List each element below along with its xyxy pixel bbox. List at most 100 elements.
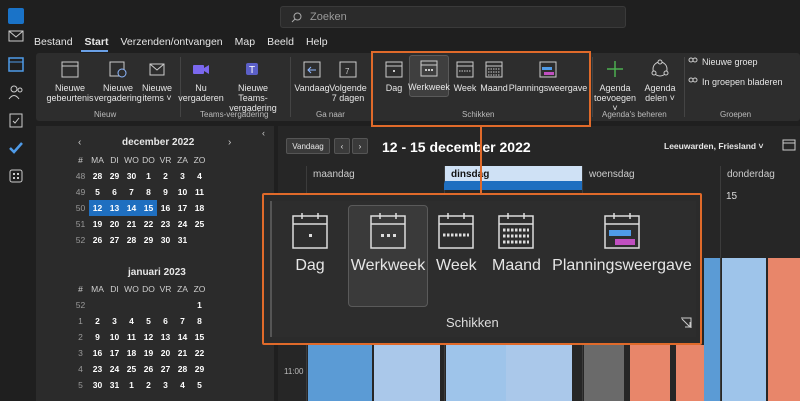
menu-beeld[interactable]: Beeld (263, 36, 294, 52)
prev-range-button[interactable]: ‹ (334, 138, 350, 154)
event-block[interactable] (584, 345, 624, 401)
calendar-day[interactable]: 19 (89, 216, 106, 232)
calendar-day[interactable]: 5 (89, 184, 106, 200)
calendar-day[interactable]: 22 (140, 216, 157, 232)
calendar-day[interactable]: 24 (106, 361, 123, 377)
calendar-day[interactable]: 23 (89, 361, 106, 377)
calendar-day[interactable]: 7 (123, 184, 140, 200)
meet-now-button[interactable]: Nu vergaderen (178, 57, 224, 103)
add-agenda-button[interactable]: Agenda toevoegen ˅ (592, 57, 638, 113)
calendar-day[interactable]: 14 (174, 329, 191, 345)
next-month-icon[interactable]: › (228, 137, 231, 148)
menu-start[interactable]: Start (80, 36, 109, 52)
calendar-day[interactable]: 15 (191, 329, 208, 345)
calendar-day[interactable]: 18 (191, 200, 208, 216)
calendar-day[interactable]: 14 (123, 200, 140, 216)
calendar-day[interactable]: 30 (157, 232, 174, 248)
day-header-tuesday[interactable]: dinsdag (444, 166, 582, 184)
weather-location[interactable]: Leeuwarden, Friesland ˅ (664, 141, 763, 151)
apps-icon[interactable] (8, 168, 24, 184)
calendar-day[interactable]: 10 (106, 329, 123, 345)
event-block[interactable] (768, 258, 800, 401)
calendar-day[interactable]: 3 (157, 377, 174, 393)
calendar-day[interactable]: 24 (174, 216, 191, 232)
new-group-button[interactable]: Nieuwe groep (688, 57, 778, 67)
zoom-day-button[interactable]: Dag (290, 211, 330, 275)
search-input[interactable]: Zoeken (280, 6, 626, 28)
calendar-day[interactable]: 8 (140, 184, 157, 200)
event-block[interactable] (308, 345, 372, 401)
menu-help[interactable]: Help (302, 36, 328, 52)
calendar-day[interactable]: 12 (140, 329, 157, 345)
menu-bestand[interactable]: Bestand (30, 36, 73, 52)
calendar-day[interactable]: 16 (89, 345, 106, 361)
calendar-day[interactable]: 1 (123, 377, 140, 393)
calendar-day[interactable]: 6 (157, 313, 174, 329)
new-teams-meeting-button[interactable]: T Nieuwe Teams-vergadering (226, 57, 280, 113)
calendar-day[interactable]: 31 (174, 232, 191, 248)
browse-groups-button[interactable]: In groepen bladeren (688, 77, 784, 87)
calendar-day[interactable]: 7 (174, 313, 191, 329)
event-block[interactable] (704, 258, 720, 401)
zoom-month-button[interactable]: Maand (492, 211, 541, 275)
calendar-day[interactable]: 10 (174, 184, 191, 200)
calendar-day[interactable]: 21 (174, 345, 191, 361)
calendar-day[interactable]: 26 (89, 232, 106, 248)
calendar-day[interactable]: 9 (89, 329, 106, 345)
calendar-day[interactable]: 3 (106, 313, 123, 329)
share-agenda-button[interactable]: Agenda delen ˅ (640, 57, 680, 103)
calendar-day[interactable] (191, 232, 208, 248)
day-header-wednesday[interactable]: woensdag (582, 166, 720, 184)
collapse-pane-icon[interactable]: ‹ (262, 128, 265, 138)
calendar-day[interactable]: 5 (191, 377, 208, 393)
calendar-day[interactable]: 2 (157, 168, 174, 184)
menu-verzenden[interactable]: Verzenden/ontvangen (116, 36, 222, 52)
calendar-day[interactable]: 29 (191, 361, 208, 377)
calendar-day[interactable]: 8 (191, 313, 208, 329)
calendar-day[interactable]: 1 (191, 297, 208, 313)
tasks-icon[interactable] (8, 112, 24, 128)
calendar-day[interactable] (89, 297, 106, 313)
calendar-day[interactable]: 26 (140, 361, 157, 377)
prev-month-icon[interactable]: ‹ (78, 137, 81, 148)
calendar-day[interactable] (140, 297, 157, 313)
calendar-day[interactable]: 30 (89, 377, 106, 393)
calendar-day[interactable]: 15 (140, 200, 157, 216)
calendar-day[interactable]: 16 (157, 200, 174, 216)
zoom-schedule-button[interactable]: Planningsweergave (552, 211, 692, 275)
calendar-day[interactable]: 4 (191, 168, 208, 184)
calendar-icon[interactable] (8, 56, 24, 72)
calendar-day[interactable]: 9 (157, 184, 174, 200)
calendar-day[interactable]: 4 (174, 377, 191, 393)
calendar-day[interactable]: 13 (106, 200, 123, 216)
new-items-button[interactable]: Nieuwe items ˅ (138, 57, 176, 103)
calendar-day[interactable]: 31 (106, 377, 123, 393)
calendar-day[interactable]: 17 (174, 200, 191, 216)
calendar-day[interactable]: 28 (174, 361, 191, 377)
today-button[interactable]: Vandaag (286, 138, 330, 154)
calendar-day[interactable]: 11 (191, 184, 208, 200)
calendar-day[interactable]: 20 (157, 345, 174, 361)
calendar-day[interactable]: 28 (89, 168, 106, 184)
next-range-button[interactable]: › (352, 138, 368, 154)
dialog-launcher-icon[interactable] (680, 317, 692, 329)
calendar-day[interactable]: 27 (157, 361, 174, 377)
zoom-week-button[interactable]: Week (436, 211, 477, 275)
calendar-day[interactable]: 11 (123, 329, 140, 345)
event-block[interactable] (722, 258, 766, 401)
calendar-day[interactable]: 5 (140, 313, 157, 329)
calendar-day[interactable]: 13 (157, 329, 174, 345)
calendar-day[interactable] (123, 297, 140, 313)
calendar-day[interactable]: 25 (123, 361, 140, 377)
calendar-day[interactable]: 3 (174, 168, 191, 184)
calendar-day[interactable]: 2 (140, 377, 157, 393)
mail-icon[interactable] (8, 28, 24, 44)
calendar-day[interactable]: 17 (106, 345, 123, 361)
calendar-day[interactable]: 28 (123, 232, 140, 248)
calendar-options-icon[interactable] (782, 139, 796, 151)
calendar-day[interactable]: 12 (89, 200, 106, 216)
event-block[interactable] (630, 345, 670, 401)
calendar-day[interactable] (157, 297, 174, 313)
calendar-day[interactable]: 22 (191, 345, 208, 361)
calendar-day[interactable] (174, 297, 191, 313)
